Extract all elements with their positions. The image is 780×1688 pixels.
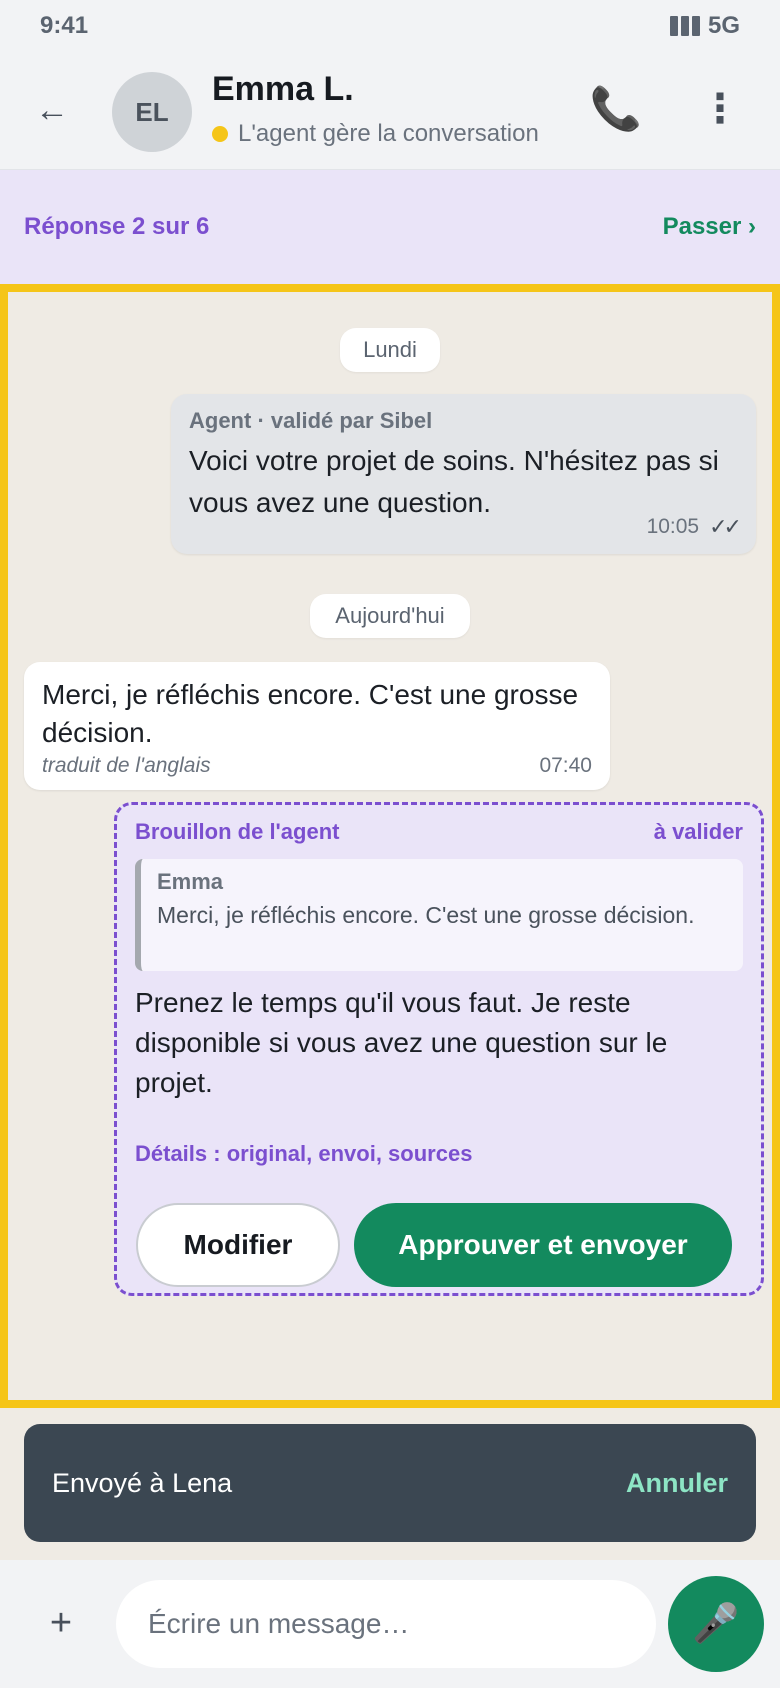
phone-icon[interactable]: 📞 (586, 76, 646, 142)
agent-message-text: Voici votre projet de soins. N'hésitez p… (189, 445, 719, 518)
agent-message-meta: 10:05 ✓✓ (646, 514, 742, 540)
chat-header: ← EL Emma L. L'agent gère la conversatio… (0, 52, 780, 170)
incoming-message-time: 07:40 (539, 754, 592, 777)
toast-text: Envoyé à Lena (52, 1467, 233, 1498)
undo-button[interactable]: Annuler (626, 1468, 728, 1499)
chat-screen: 9:41 5G ← EL Emma L. L'agent gère la con… (0, 0, 780, 1688)
draft-title: Brouillon de l'agent (135, 819, 340, 844)
incoming-message[interactable]: Merci, je réfléchis encore. C'est une gr… (24, 662, 610, 790)
contact-name: Emma L. (212, 70, 354, 108)
incoming-message-meta: traduit de l'anglais 07:40 (42, 754, 592, 778)
status-dot-icon (212, 126, 228, 142)
status-indicators: 5G (669, 12, 740, 40)
translation-note: traduit de l'anglais (42, 754, 211, 777)
draft-status-badge: à valider (653, 819, 743, 844)
signal-icon (669, 16, 700, 36)
more-options-icon[interactable]: ⋮ (696, 76, 744, 142)
agent-draft-card: Brouillon de l'agent à valider Emma Merc… (114, 802, 764, 1296)
quoted-text: Merci, je réfléchis encore. C'est une gr… (157, 902, 695, 928)
avatar[interactable]: EL (112, 72, 192, 152)
add-attachment-icon[interactable]: + (34, 1596, 88, 1650)
agent-message-label: Agent · validé par Sibel (189, 408, 433, 433)
contact-status: L'agent gère la conversation (212, 120, 539, 148)
approve-and-send-button[interactable]: Approuver et envoyer (354, 1203, 732, 1287)
quoted-author: Emma (157, 869, 224, 894)
microphone-icon[interactable]: 🎤 (668, 1576, 764, 1672)
draft-text: Prenez le temps qu'il vous faut. Je rest… (135, 987, 668, 1098)
message-list[interactable]: Lundi Agent · validé par Sibel Voici vot… (0, 284, 780, 1408)
message-composer: + 🎤 (0, 1560, 780, 1688)
status-time: 9:41 (40, 12, 89, 39)
date-separator-monday: Lundi (340, 328, 440, 372)
modify-button[interactable]: Modifier (136, 1203, 340, 1287)
contact-status-text: L'agent gère la conversation (238, 120, 539, 147)
sent-toast: Envoyé à Lena Annuler (24, 1424, 756, 1542)
read-ticks-icon: ✓✓ (709, 514, 742, 539)
response-banner: Réponse 2 sur 6 Passer › (0, 170, 780, 284)
toast-area: Envoyé à Lena Annuler (0, 1408, 780, 1560)
response-counter: Réponse 2 sur 6 (24, 213, 210, 240)
network-label: 5G (707, 12, 740, 39)
draft-header: Brouillon de l'agent à valider (135, 819, 743, 845)
agent-message-time: 10:05 (646, 515, 700, 538)
outgoing-agent-message[interactable]: Agent · validé par Sibel Voici votre pro… (171, 394, 756, 554)
quoted-message: Emma Merci, je réfléchis encore. C'est u… (135, 859, 743, 971)
date-separator-today: Aujourd'hui (310, 594, 470, 638)
status-bar: 9:41 5G (0, 0, 780, 52)
message-input[interactable] (116, 1580, 656, 1668)
skip-button[interactable]: Passer › (663, 213, 756, 241)
draft-details-link[interactable]: Détails : original, envoi, sources (135, 1141, 743, 1167)
back-arrow-icon[interactable]: ← (28, 80, 76, 140)
incoming-message-text: Merci, je réfléchis encore. C'est une gr… (42, 679, 579, 748)
